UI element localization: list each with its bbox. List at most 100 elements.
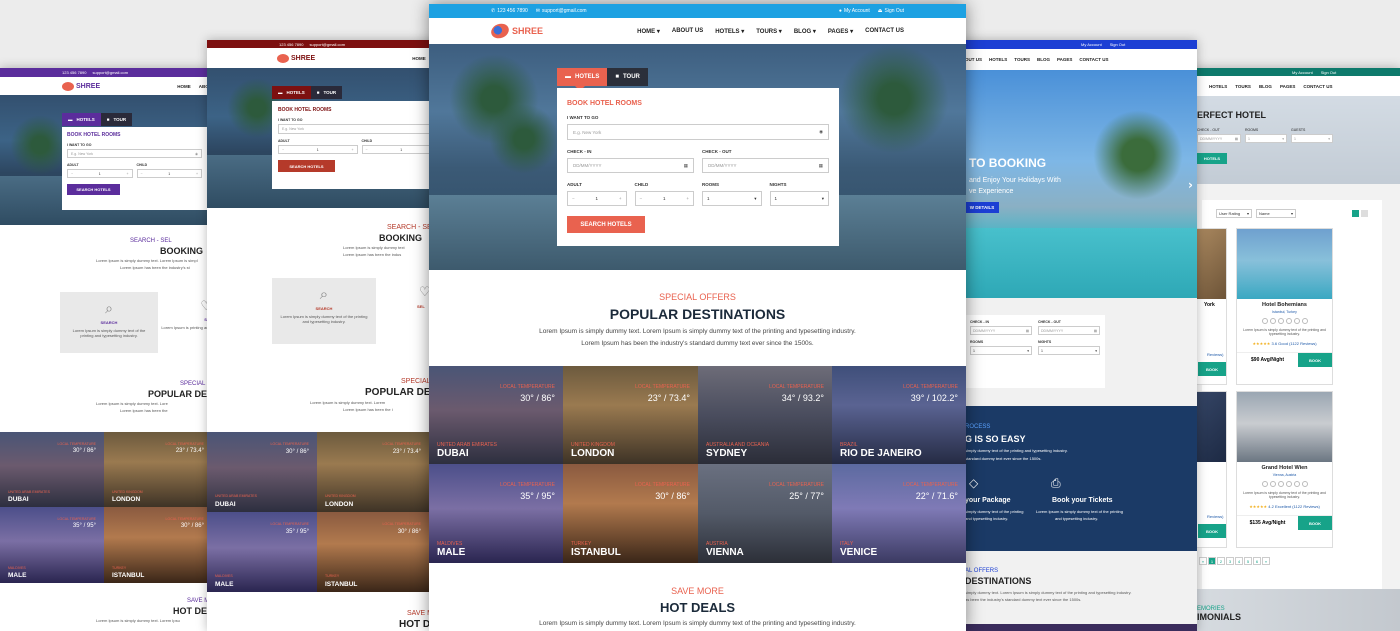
minus-icon[interactable]: − xyxy=(572,196,575,201)
nav-home[interactable]: HOME xyxy=(177,84,191,89)
next-slide-arrow[interactable]: › xyxy=(1188,178,1193,192)
child-stepper[interactable]: −1+ xyxy=(136,169,202,178)
user-rating-select[interactable]: User Rating ▾ xyxy=(1216,209,1252,218)
tab-hotels[interactable]: ▬ HOTELS xyxy=(62,113,101,126)
page-link[interactable]: « xyxy=(1199,557,1207,565)
book-button[interactable]: BOOK xyxy=(1298,353,1332,367)
destination-input[interactable]: E.g. New York◉ xyxy=(278,124,441,134)
nights-select[interactable]: 1 ▾ xyxy=(1038,346,1100,355)
nav-blog[interactable]: BLOG xyxy=(1259,84,1272,89)
page-link[interactable]: 2 xyxy=(1217,557,1225,565)
nav-contact[interactable]: CONTACT US xyxy=(1079,57,1108,62)
tab-tour[interactable]: ■ TOUR xyxy=(607,68,648,86)
search-hotels-button[interactable]: SEARCH HOTELS xyxy=(67,184,120,195)
nav-tours[interactable]: TOURS xyxy=(1235,84,1251,89)
nav-home[interactable]: HOME xyxy=(412,56,426,61)
book-button[interactable]: BOOK xyxy=(1198,524,1226,538)
destination-tile[interactable]: LOCAL TEMPERATURE 30° / 86° UNITED ARAB EM… xyxy=(429,366,563,464)
view-details-button[interactable]: W DETAILS xyxy=(965,202,999,213)
nav-about[interactable]: OUT US xyxy=(965,57,982,62)
minus-icon[interactable]: − xyxy=(640,196,643,201)
nav-pages[interactable]: PAGES xyxy=(1057,57,1072,62)
nav-contact[interactable]: CONTACT US xyxy=(865,28,904,34)
checkout-input[interactable]: DD/MM/YYYY ▦ xyxy=(1197,134,1241,143)
tab-tour[interactable]: ■ TOUR xyxy=(310,86,343,99)
adult-stepper[interactable]: −1 + xyxy=(67,169,133,178)
destination-tile[interactable]: LOCAL TEMPERATURE 22° / 71.6° ITALY VENICE xyxy=(832,464,966,563)
nav-blog[interactable]: BLOG ▾ xyxy=(794,28,816,35)
page-link[interactable]: » xyxy=(1262,557,1270,565)
checkin-input[interactable]: DD/MM/YYYY ▦ xyxy=(970,326,1032,335)
search-hotels-button[interactable]: HOTELS xyxy=(1197,153,1227,164)
phone-text: 123 456 7890 xyxy=(497,8,528,14)
sign-out-link[interactable]: Sign Out xyxy=(1321,70,1337,75)
destination-tile[interactable]: LOCAL TEMPERATURE 25° / 77° AUSTRIA VIENNA xyxy=(698,464,832,563)
checkin-input[interactable]: DD/MM/YYYY ▦ xyxy=(567,158,694,173)
my-account-link[interactable]: My Account xyxy=(1081,42,1102,47)
nav-tours[interactable]: TOURS xyxy=(1014,57,1030,62)
nav-contact[interactable]: CONTACT US xyxy=(1303,84,1332,89)
destination-tile[interactable]: LOCAL TEMPERATURE 35° / 95° MALDIVES MALE xyxy=(429,464,563,563)
page-link[interactable]: 5 xyxy=(1244,557,1252,565)
destination-tile[interactable]: LOCAL TEMPERATURE 35° / 95° MALDIVES MALE xyxy=(207,512,317,592)
rooms-select[interactable]: 1 ▾ xyxy=(1245,134,1287,143)
my-account-link[interactable]: My Account xyxy=(844,8,870,14)
book-button[interactable]: BOOK xyxy=(1198,362,1226,376)
nav-about[interactable]: ABOUT US xyxy=(672,28,703,34)
checkout-input[interactable]: DD/MM/YYYY ▦ xyxy=(702,158,829,173)
guests-select[interactable]: 1 ▾ xyxy=(1291,134,1333,143)
list-view-icon[interactable] xyxy=(1361,210,1368,217)
destination-tile[interactable]: LOCAL TEMPERATURE 30° / 86° TURKEY ISTANBUL xyxy=(104,507,212,583)
nav-pages[interactable]: PAGES ▾ xyxy=(828,28,853,35)
nav-hotels[interactable]: HOTELS xyxy=(989,57,1007,62)
page-link[interactable]: 4 xyxy=(1235,557,1243,565)
destination-tile[interactable]: LOCAL TEMPERATURE 30° / 86° UNITED ARAB EM… xyxy=(207,432,317,512)
search-hotels-button[interactable]: SEARCH HOTELS xyxy=(567,216,645,233)
sign-out-link[interactable]: Sign Out xyxy=(885,8,904,14)
logo[interactable]: SHREE xyxy=(489,21,543,41)
country-label: MALDIVES xyxy=(215,574,233,578)
adult-stepper[interactable]: −1 + xyxy=(567,191,627,206)
page-link[interactable]: 6 xyxy=(1253,557,1261,565)
plus-icon[interactable]: + xyxy=(686,196,689,201)
page-current[interactable]: 1 xyxy=(1208,557,1216,565)
checkout-input[interactable]: DD/MM/YYYY ▦ xyxy=(1038,326,1100,335)
logo[interactable]: SHREE xyxy=(277,53,315,63)
plus-icon[interactable]: + xyxy=(619,196,622,201)
grid-view-icon[interactable] xyxy=(1352,210,1359,217)
search-hotels-button[interactable]: SEARCH HOTELS xyxy=(278,160,335,172)
tab-hotels[interactable]: ▬ HOTELS xyxy=(557,68,608,91)
destination-tile[interactable]: LOCAL TEMPERATURE 30° / 86° TURKEY ISTANBUL xyxy=(563,464,698,563)
nav-blog[interactable]: BLOG xyxy=(1037,57,1050,62)
adult-stepper[interactable]: −1 + xyxy=(278,145,358,154)
child-stepper[interactable]: −1+ xyxy=(634,191,694,206)
nav-hotels[interactable]: HOTELS ▾ xyxy=(715,28,744,35)
sign-out-link[interactable]: Sign Out xyxy=(1110,42,1126,47)
destination-tile[interactable]: LOCAL TEMPERATURE 30° / 86° TURKEY ISTANBUL xyxy=(317,512,429,592)
tab-tour[interactable]: ■ TOUR xyxy=(100,113,133,126)
nav-hotels[interactable]: HOTELS xyxy=(1209,84,1227,89)
destination-input[interactable]: E.g. New York◉ xyxy=(67,149,202,158)
tab-hotels[interactable]: ▬ HOTELS xyxy=(272,86,311,99)
my-account-link[interactable]: My Account xyxy=(1292,70,1313,75)
rooms-select[interactable]: 1 ▾ xyxy=(970,346,1032,355)
page-link[interactable]: 3 xyxy=(1226,557,1234,565)
destination-tile[interactable]: LOCAL TEMPERATURE 39° / 102.2° BRAZIL RIO D… xyxy=(832,366,966,464)
destination-tile[interactable]: LOCAL TEMPERATURE 30° / 86° UNITED ARAB EM… xyxy=(0,432,104,507)
destination-tile[interactable]: LOCAL TEMPERATURE 35° / 95° MALDIVES MALE xyxy=(0,507,104,583)
nav-pages[interactable]: PAGES xyxy=(1280,84,1295,89)
destination-tile[interactable]: LOCAL TEMPERATURE 34° / 93.2° AUSTRALIA AN… xyxy=(698,366,832,464)
logo[interactable]: SHREE xyxy=(62,81,100,91)
nights-select[interactable]: 1 ▾ xyxy=(769,191,829,206)
destination-tile[interactable]: LOCAL TEMPERATURE 23° / 73.4° UNITED KINGD… xyxy=(563,366,698,464)
destination-tile[interactable]: LOCAL TEMPERATURE 23° / 73.4° UNITED KINGD… xyxy=(317,432,429,512)
book-button[interactable]: BOOK xyxy=(1298,516,1332,530)
rooms-select[interactable]: 1 ▾ xyxy=(702,191,762,206)
destination-input[interactable]: E.g. New York◉ xyxy=(567,124,829,140)
name-sort-select[interactable]: Name ▾ xyxy=(1256,209,1296,218)
nav-tours[interactable]: TOURS ▾ xyxy=(756,28,782,35)
hero-title: ERFECT HOTEL xyxy=(1197,110,1266,120)
section-pretitle: SAVE MORE xyxy=(671,586,724,596)
destination-tile[interactable]: LOCAL TEMPERATURE 23° / 73.4° UNITED KINGD… xyxy=(104,432,212,507)
nav-home[interactable]: HOME ▾ xyxy=(637,28,660,35)
